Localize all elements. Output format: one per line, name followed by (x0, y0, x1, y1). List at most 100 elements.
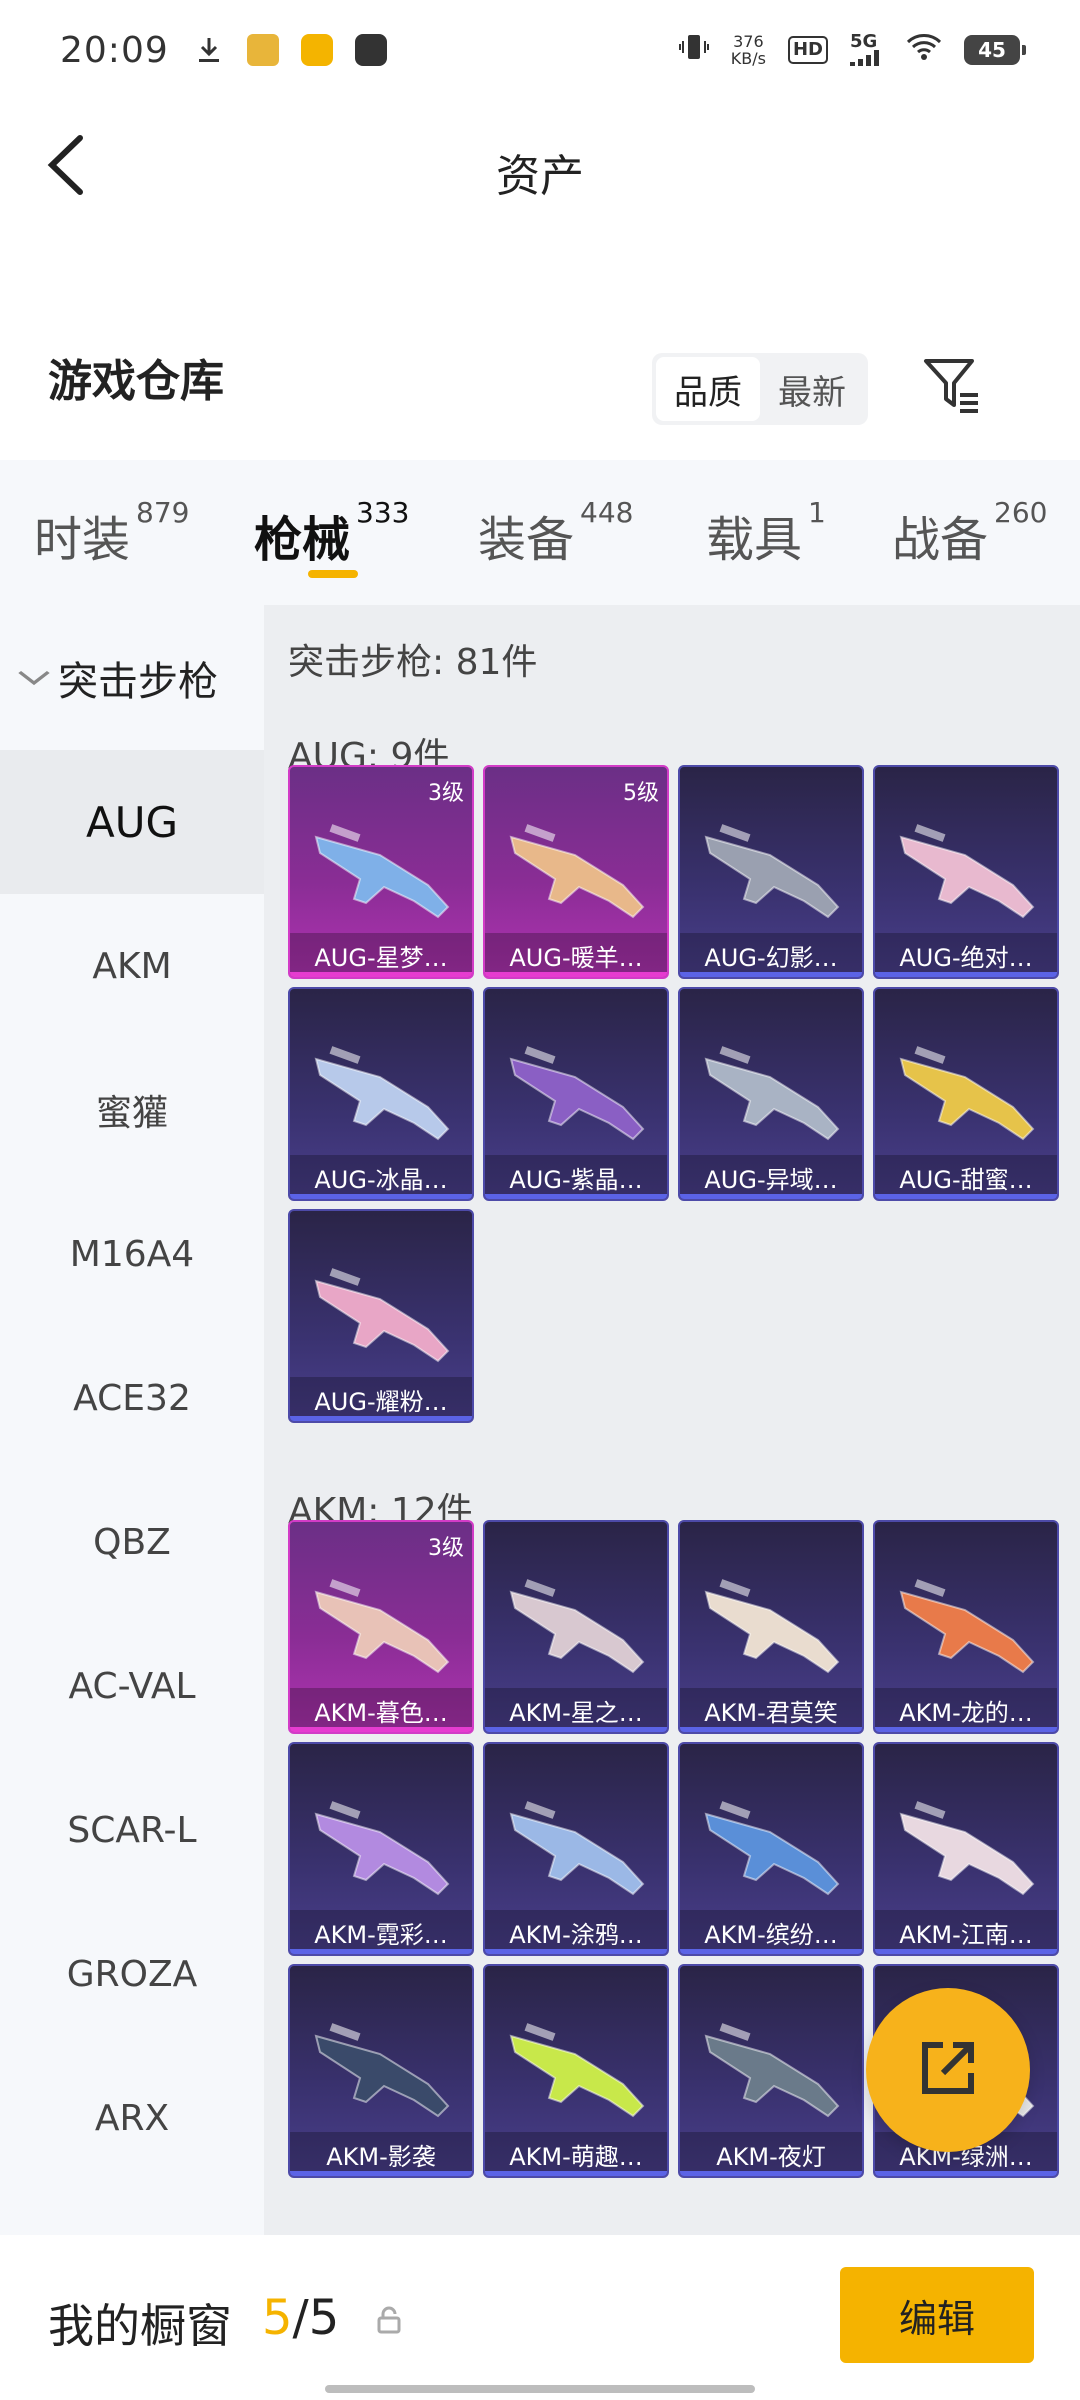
weapon-card[interactable]: 3级 AUG-星梦… (288, 765, 474, 979)
weapon-skin-image (310, 2006, 456, 2126)
wifi-icon (906, 33, 942, 67)
weapon-card-label: AKM-暮色… (290, 1688, 472, 1732)
app-notification-icon (300, 34, 333, 66)
weapon-skin-image (310, 1784, 456, 1904)
weapon-skin-image (700, 1029, 846, 1149)
category-tabs: 时装 879 枪械 333 装备 448 载具 1 战备 260 (0, 460, 1080, 605)
weapon-card[interactable]: AUG-甜蜜… (873, 987, 1059, 1201)
weapon-card[interactable]: AKM-霓彩… (288, 1742, 474, 1956)
showcase-count: 5/5 (262, 2290, 340, 2346)
status-time: 20:09 (60, 29, 169, 71)
sort-option-quality[interactable]: 品质 (656, 357, 760, 421)
weapon-card[interactable]: AKM-影袭 (288, 1964, 474, 2178)
weapon-card[interactable]: AUG-幻影… (678, 765, 864, 979)
weapon-card[interactable]: AKM-涂鸦… (483, 1742, 669, 1956)
filter-icon[interactable] (922, 355, 984, 417)
sidebar-item-1[interactable]: AKM (0, 894, 264, 1038)
weapon-card-label: AKM-涂鸦… (485, 1910, 667, 1954)
chevron-down-icon (16, 660, 52, 695)
weapon-card-label: AUG-绝对… (875, 933, 1057, 977)
weapon-card-label: AUG-异域… (680, 1155, 862, 1199)
tab-costume[interactable]: 时装 879 (34, 496, 189, 570)
weapon-card-label: AUG-紫晶… (485, 1155, 667, 1199)
weapon-card-label: AKM-江南… (875, 1910, 1057, 1954)
sidebar-item-0[interactable]: AUG (0, 750, 264, 894)
weapon-card[interactable]: AUG-耀粉… (288, 1209, 474, 1423)
app-notification-icon (246, 34, 279, 66)
weapon-skin-image (700, 1562, 846, 1682)
status-bar: 20:09 376 KB/s HD 5G 45 (0, 0, 1080, 100)
edit-button[interactable]: 编辑 (840, 2267, 1034, 2363)
weapon-skin-image (895, 807, 1041, 927)
tab-vehicle[interactable]: 载具 1 (706, 496, 826, 570)
weapon-card[interactable]: AKM-萌趣… (483, 1964, 669, 2178)
sidebar-item-6[interactable]: AC-VAL (0, 1614, 264, 1758)
weapon-card-label: AKM-龙的… (875, 1688, 1057, 1732)
home-indicator (325, 2385, 755, 2393)
weapon-skin-image (310, 1251, 456, 1371)
share-icon (913, 2033, 983, 2107)
level-badge: 5级 (623, 781, 659, 806)
net-speed: 376 KB/s (730, 32, 766, 68)
weapon-skin-image (700, 807, 846, 927)
weapon-card[interactable]: 5级 AUG-暖羊… (483, 765, 669, 979)
lock-icon (374, 2305, 404, 2335)
level-badge: 3级 (428, 781, 464, 806)
weapon-card[interactable]: AUG-绝对… (873, 765, 1059, 979)
weapon-skin-image (505, 1562, 651, 1682)
download-icon (193, 34, 225, 66)
sidebar-item-2[interactable]: 蜜獾 (0, 1038, 264, 1182)
sidebar-group-label: 突击步枪 (58, 658, 218, 705)
weapon-card-label: AKM-缤纷… (680, 1910, 862, 1954)
weapon-card[interactable]: AKM-江南… (873, 1742, 1059, 1956)
weapon-card-label: AUG-冰晶… (290, 1155, 472, 1199)
weapon-card-label: AUG-耀粉… (290, 1377, 472, 1421)
weapon-card-label: AKM-霓彩… (290, 1910, 472, 1954)
sidebar-item-8[interactable]: GROZA (0, 1902, 264, 2046)
sidebar-item-5[interactable]: QBZ (0, 1470, 264, 1614)
active-tab-indicator (308, 570, 358, 578)
signal-icon: 5G (850, 33, 884, 66)
sidebar-item-3[interactable]: M16A4 (0, 1182, 264, 1326)
sidebar-item-9[interactable]: ARX (0, 2046, 264, 2190)
weapon-card[interactable]: AUG-紫晶… (483, 987, 669, 1201)
weapon-skin-image (310, 807, 456, 927)
weapon-skin-image (505, 1029, 651, 1149)
weapon-card[interactable]: 3级 AKM-暮色… (288, 1520, 474, 1734)
weapon-card[interactable]: AKM-君莫笑 (678, 1520, 864, 1734)
sort-toggle: 品质 最新 (652, 353, 868, 425)
sidebar-group-assault-rifle[interactable]: 突击步枪 (0, 605, 264, 750)
tab-battle-gear[interactable]: 战备 260 (892, 496, 1047, 570)
weapon-card-label: AKM-影袭 (290, 2132, 472, 2176)
vibrate-icon (678, 31, 709, 69)
weapon-card-label: AUG-幻影… (680, 933, 862, 977)
weapon-card[interactable]: AKM-夜灯 (678, 1964, 864, 2178)
header: 资产 (0, 100, 1080, 235)
tab-guns[interactable]: 枪械 333 (254, 496, 409, 570)
weapon-skin-image (310, 1029, 456, 1149)
share-button[interactable] (866, 1988, 1030, 2152)
weapon-skin-image (895, 1029, 1041, 1149)
screen: 20:09 376 KB/s HD 5G 45 资产 游戏仓库 品质 最新 时装… (0, 0, 1080, 2400)
sidebar-item-4[interactable]: ACE32 (0, 1326, 264, 1470)
tab-equipment[interactable]: 装备 448 (478, 496, 633, 570)
weapon-skin-image (310, 1562, 456, 1682)
weapon-card[interactable]: AUG-异域… (678, 987, 864, 1201)
weapon-card-label: AKM-星之… (485, 1688, 667, 1732)
weapon-card[interactable]: AUG-冰晶… (288, 987, 474, 1201)
weapon-skin-image (700, 1784, 846, 1904)
weapon-skin-image (505, 1784, 651, 1904)
warehouse-title: 游戏仓库 (48, 356, 224, 407)
sort-option-latest[interactable]: 最新 (760, 357, 864, 421)
app-notification-icon (354, 34, 387, 66)
sidebar-item-7[interactable]: SCAR-L (0, 1758, 264, 1902)
page-title: 资产 (496, 151, 584, 202)
weapon-card[interactable]: AKM-缤纷… (678, 1742, 864, 1956)
weapon-skin-image (895, 1784, 1041, 1904)
showcase-label: 我的橱窗 (48, 2299, 232, 2353)
weapon-card[interactable]: AKM-龙的… (873, 1520, 1059, 1734)
weapon-card[interactable]: AKM-星之… (483, 1520, 669, 1734)
battery-icon: 45 (964, 35, 1026, 65)
weapon-card-label: AUG-甜蜜… (875, 1155, 1057, 1199)
showcase-bar: 我的橱窗 5/5 编辑 (0, 2235, 1080, 2400)
